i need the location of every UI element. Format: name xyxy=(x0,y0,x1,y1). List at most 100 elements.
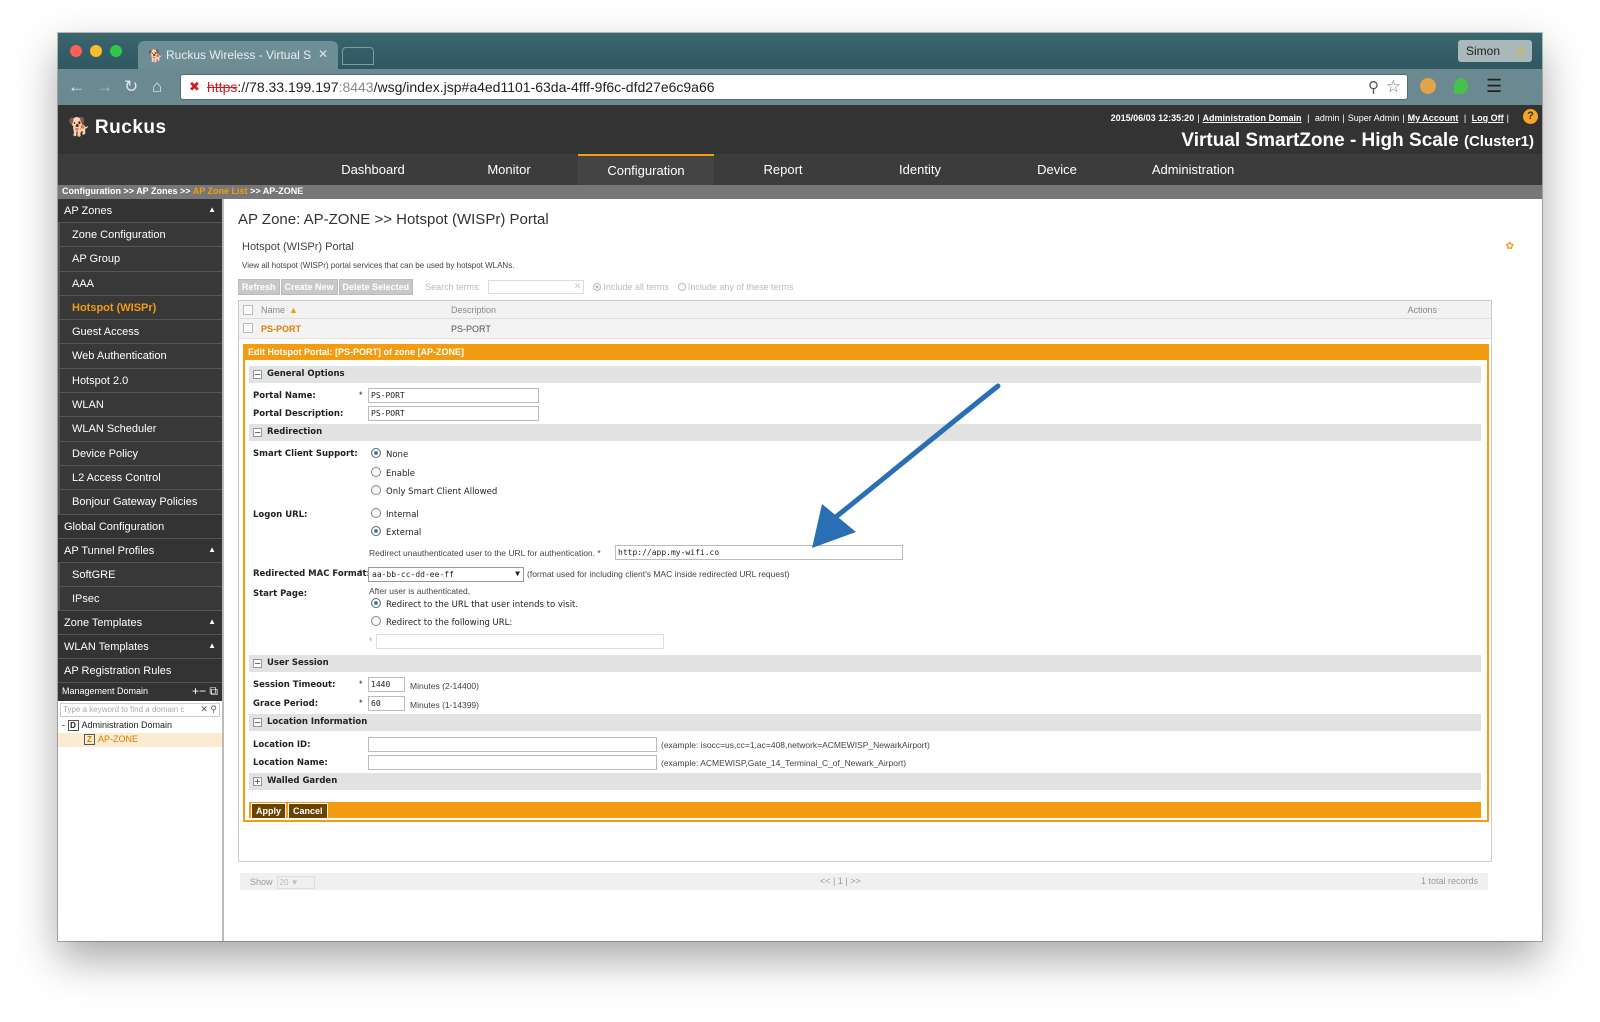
delete-selected-button[interactable]: Delete Selected xyxy=(338,279,414,295)
nav-dashboard[interactable]: Dashboard xyxy=(305,154,441,185)
collapse-minus-icon[interactable]: − xyxy=(253,370,262,379)
cookie-extension-icon[interactable] xyxy=(1420,78,1436,94)
radio-selected[interactable] xyxy=(371,598,381,608)
cancel-button[interactable]: Cancel xyxy=(288,803,328,819)
sidebar-item-guest-access[interactable]: Guest Access xyxy=(58,320,222,345)
sidebar-item-softgre[interactable]: SoftGRE xyxy=(58,562,222,587)
page-size-select[interactable]: 20 ▼ xyxy=(276,876,315,889)
logoff-link[interactable]: Log Off xyxy=(1472,113,1504,123)
table-row[interactable]: PS-PORT PS-PORT xyxy=(239,319,1491,339)
sidebar-item-ipsec[interactable]: IPsec xyxy=(58,586,222,612)
search-terms-input[interactable]: ✕ xyxy=(488,280,585,295)
home-icon[interactable]: ⌂ xyxy=(152,77,162,97)
sidebar-zone-templates[interactable]: Zone Templates ▲ xyxy=(58,611,222,636)
sidebar-item-hotspot-2[interactable]: Hotspot 2.0 xyxy=(58,368,222,394)
sidebar-item-hotspot-wispr[interactable]: Hotspot (WISPr) xyxy=(58,295,222,321)
select-all-checkbox[interactable] xyxy=(243,305,253,315)
group-walled-garden[interactable]: + Walled Garden xyxy=(249,773,1481,790)
radio[interactable] xyxy=(371,508,381,518)
radio[interactable] xyxy=(371,467,381,477)
nav-identity[interactable]: Identity xyxy=(852,154,988,185)
nav-report[interactable]: Report xyxy=(715,154,851,185)
start-page-following[interactable]: Redirect to the following URL: xyxy=(371,616,512,628)
pager-next[interactable]: >> xyxy=(850,876,861,886)
forward-icon[interactable]: → xyxy=(96,77,113,97)
group-location-information[interactable]: − Location Information xyxy=(249,714,1481,731)
apply-button[interactable]: Apply xyxy=(251,803,287,819)
sidebar-ap-registration-rules[interactable]: AP Registration Rules xyxy=(58,659,222,684)
collapse-minus-icon[interactable]: − xyxy=(253,428,262,437)
window-close-button[interactable] xyxy=(70,45,82,57)
sidebar-item-wlan-scheduler[interactable]: WLAN Scheduler xyxy=(58,417,222,442)
group-redirection[interactable]: − Redirection xyxy=(249,424,1481,441)
logon-url-internal[interactable]: Internal xyxy=(371,508,419,520)
profile-button[interactable]: Simon ⚠ xyxy=(1458,40,1532,62)
sidebar-global-configuration[interactable]: Global Configuration xyxy=(58,514,222,539)
radio-selected[interactable] xyxy=(371,526,381,536)
portal-name-input[interactable]: PS-PORT xyxy=(368,388,539,403)
my-account-link[interactable]: My Account xyxy=(1408,113,1459,123)
mac-format-select[interactable]: aa-bb-cc-dd-ee-ff ▼ xyxy=(368,567,524,582)
search-icon[interactable]: ✕ ⚲ xyxy=(200,704,217,715)
domain-link[interactable]: Administration Domain xyxy=(1203,113,1302,123)
include-any-radio[interactable] xyxy=(677,283,686,292)
address-bar[interactable]: ✖ https://78.33.199.197:8443/wsg/index.j… xyxy=(180,74,1408,100)
clear-search-icon[interactable]: ✕ xyxy=(574,281,582,292)
sidebar-wlan-templates[interactable]: WLAN Templates ▲ xyxy=(58,635,222,660)
crumb-configuration[interactable]: Configuration xyxy=(62,186,121,196)
external-url-input[interactable]: http://app.my-wifi.co xyxy=(615,545,903,560)
crumb-ap-zone-list[interactable]: AP Zone List xyxy=(193,186,248,196)
tree-item-admin-domain[interactable]: - D Administration Domain xyxy=(58,719,222,733)
leaf-extension-icon[interactable] xyxy=(1454,78,1468,94)
sidebar-ap-zones[interactable]: AP Zones ▲ xyxy=(58,199,222,223)
row-checkbox[interactable] xyxy=(243,323,253,333)
remove-domain-icon[interactable]: − xyxy=(199,684,206,698)
logon-url-external[interactable]: External xyxy=(371,526,421,538)
radio-selected[interactable] xyxy=(371,448,381,458)
create-new-button[interactable]: Create New xyxy=(280,279,338,295)
window-minimize-button[interactable] xyxy=(90,45,102,57)
sidebar-item-l2-access-control[interactable]: L2 Access Control xyxy=(58,465,222,491)
smart-client-only[interactable]: Only Smart Client Allowed xyxy=(371,485,497,497)
tree-item-ap-zone[interactable]: Z AP-ZONE xyxy=(58,733,222,748)
radio[interactable] xyxy=(371,616,381,626)
browser-tab[interactable]: 🐕 Ruckus Wireless - Virtual S ✕ xyxy=(138,41,338,69)
back-icon[interactable]: ← xyxy=(68,77,85,97)
insecure-lock-icon[interactable]: ✖ xyxy=(189,79,200,95)
row-name-link[interactable]: PS-PORT xyxy=(261,324,301,334)
sidebar-ap-tunnel-profiles[interactable]: AP Tunnel Profiles ▲ xyxy=(58,538,222,563)
sidebar-item-device-policy[interactable]: Device Policy xyxy=(58,441,222,466)
nav-device[interactable]: Device xyxy=(989,154,1125,185)
radio[interactable] xyxy=(371,485,381,495)
sidebar-item-aaa[interactable]: AAA xyxy=(58,271,222,296)
pager-page[interactable]: 1 xyxy=(838,876,843,886)
portal-description-input[interactable]: PS-PORT xyxy=(368,406,539,421)
sidebar-item-wlan[interactable]: WLAN xyxy=(58,393,222,418)
sidebar-item-ap-group[interactable]: AP Group xyxy=(58,247,222,272)
window-maximize-button[interactable] xyxy=(110,45,122,57)
help-icon[interactable]: ? xyxy=(1523,109,1538,124)
nav-administration[interactable]: Administration xyxy=(1125,154,1261,185)
expand-plus-icon[interactable]: + xyxy=(253,777,262,786)
tab-close-icon[interactable]: ✕ xyxy=(318,47,328,61)
start-url-input[interactable] xyxy=(376,634,664,649)
session-timeout-input[interactable]: 1440 xyxy=(368,677,405,692)
reload-icon[interactable]: ↻ xyxy=(124,77,138,97)
ruckus-logo[interactable]: 🐕 Ruckus xyxy=(68,117,167,139)
collapse-minus-icon[interactable]: − xyxy=(253,718,262,727)
location-id-input[interactable] xyxy=(368,737,657,752)
domain-search-input[interactable]: Type a keyword to find a domain c ✕ ⚲ xyxy=(60,703,220,718)
edit-domain-icon[interactable]: ⧉ xyxy=(209,684,218,698)
nav-monitor[interactable]: Monitor xyxy=(441,154,577,185)
bookmark-star-icon[interactable]: ☆ xyxy=(1386,77,1401,97)
hamburger-menu-icon[interactable]: ☰ xyxy=(1486,76,1502,97)
pager-prev[interactable]: << xyxy=(820,876,831,886)
column-description[interactable]: Description xyxy=(451,305,496,315)
smart-client-none[interactable]: None xyxy=(371,448,408,460)
refresh-button[interactable]: Refresh xyxy=(238,279,280,295)
group-general-options[interactable]: − General Options xyxy=(249,366,1481,383)
sidebar-item-zone-configuration[interactable]: Zone Configuration xyxy=(58,223,222,248)
zoom-icon[interactable]: ⚲ xyxy=(1368,78,1379,96)
new-tab-button[interactable] xyxy=(342,47,374,65)
group-user-session[interactable]: − User Session xyxy=(249,655,1481,672)
